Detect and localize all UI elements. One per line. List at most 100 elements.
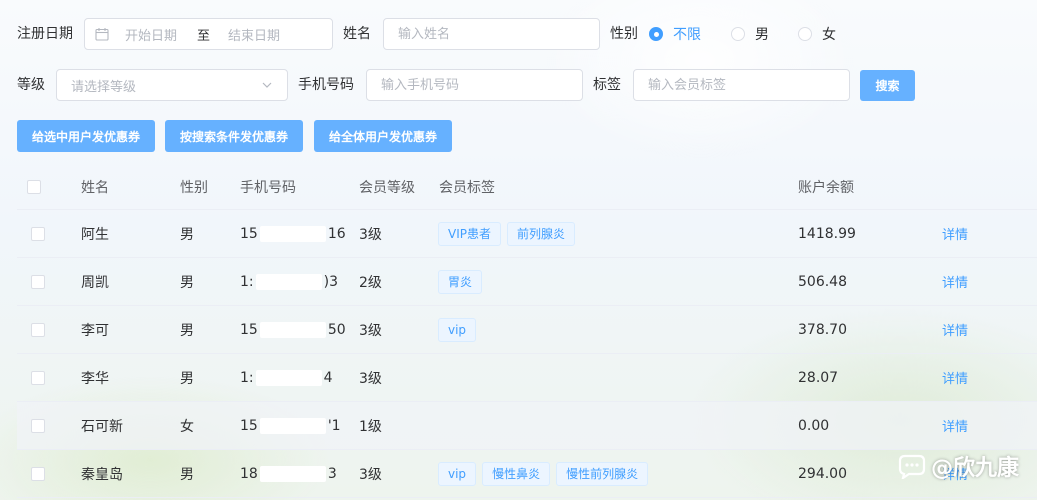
gender-option-label: 男 [755, 27, 769, 43]
phone-prefix: 15 [240, 321, 258, 338]
end-date-placeholder[interactable]: 结束日期 [228, 25, 280, 44]
table-row: 秦皇岛 男 18 3 3级 vip 慢性鼻炎 慢性前列腺炎 294.00 详情 [17, 450, 1037, 498]
row-checkbox[interactable] [31, 418, 45, 433]
phone-prefix: 15 [240, 417, 258, 434]
member-tag: 胃炎 [438, 269, 483, 294]
phone-suffix: 16 [327, 225, 346, 242]
gender-option-label: 不限 [673, 27, 701, 43]
column-header-tags: 会员标签 [439, 180, 495, 196]
member-tag: 慢性鼻炎 [482, 461, 551, 486]
phone-suffix: 50 [327, 321, 346, 338]
detail-link[interactable]: 详情 [942, 368, 968, 387]
cell-name: 李可 [81, 322, 109, 339]
watermark: @欣九康 [897, 450, 1019, 482]
cell-gender: 男 [180, 274, 194, 291]
member-tag: vip [438, 317, 477, 342]
send-coupon-selected-button[interactable]: 给选中用户发优惠券 [17, 120, 155, 152]
calendar-icon [95, 28, 109, 41]
cell-gender: 男 [180, 322, 194, 339]
row-checkbox[interactable] [31, 370, 45, 385]
table-row: 周凯 男 1:)3 2级 胃炎 506.48 详情 [17, 258, 1037, 306]
cell-tags: VIP患者 前列腺炎 [438, 210, 581, 257]
row-select-cell [31, 402, 45, 449]
phone-suffix: '1 [327, 417, 341, 434]
gender-radio-male[interactable]: 男 [731, 24, 769, 44]
radio-dot [649, 27, 663, 41]
cell-level: 3级 [359, 226, 382, 243]
cell-name: 李华 [81, 370, 109, 387]
cell-gender: 男 [180, 466, 194, 483]
gender-radio-female[interactable]: 女 [798, 24, 836, 44]
row-select-cell [31, 210, 45, 257]
detail-link[interactable]: 详情 [942, 416, 968, 435]
member-tag: vip [438, 461, 477, 486]
table-row: 李可 男 15 50 3级 vip 378.70 详情 [17, 306, 1037, 354]
level-select-placeholder: 请选择等级 [71, 79, 137, 95]
cell-balance: 0.00 [798, 417, 830, 434]
cell-action: 详情 [942, 402, 968, 449]
search-button[interactable]: 搜索 [860, 70, 915, 101]
cell-tags: 胃炎 [438, 258, 488, 305]
radio-dot [731, 27, 745, 41]
row-select-cell [31, 306, 45, 353]
row-checkbox[interactable] [31, 226, 45, 241]
row-select-cell [31, 450, 45, 497]
phone-redaction [255, 369, 322, 386]
level-label: 等级 [17, 77, 45, 93]
row-select-cell [31, 258, 45, 305]
cell-action: 详情 [942, 354, 968, 401]
send-coupon-by-search-button[interactable]: 按搜索条件发优惠券 [165, 120, 303, 152]
date-range-picker[interactable]: 开始日期 至 结束日期 [84, 18, 333, 50]
column-header-level: 会员等级 [359, 180, 415, 196]
member-tag: VIP患者 [438, 221, 501, 246]
phone-label: 手机号码 [298, 77, 354, 93]
detail-link[interactable]: 详情 [942, 320, 968, 339]
cell-balance: 294.00 [798, 465, 847, 482]
member-table: 姓名 性别 手机号码 会员等级 会员标签 账户余额 阿生 男 15 16 3级 V… [17, 165, 1037, 498]
phone-input[interactable] [366, 69, 583, 101]
xiaohongshu-logo-icon [898, 454, 926, 479]
chevron-down-icon [262, 82, 272, 88]
cell-level: 3级 [359, 322, 382, 339]
detail-link[interactable]: 详情 [942, 272, 968, 291]
detail-link[interactable]: 详情 [942, 224, 968, 243]
select-all-checkbox[interactable] [27, 180, 41, 194]
cell-level: 3级 [359, 370, 382, 387]
member-tag: 前列腺炎 [507, 221, 576, 246]
name-input[interactable] [383, 18, 600, 50]
row-select-cell [31, 354, 45, 401]
cell-balance: 378.70 [798, 321, 847, 338]
phone-redaction [259, 417, 326, 434]
phone-prefix: 15 [240, 225, 258, 242]
level-select[interactable]: 请选择等级 [56, 69, 288, 101]
cell-gender: 男 [180, 370, 194, 387]
cell-name: 阿生 [81, 226, 109, 243]
start-date-placeholder[interactable]: 开始日期 [125, 25, 177, 44]
cell-level: 1级 [359, 418, 382, 435]
gender-radio-any[interactable]: 不限 [649, 24, 701, 44]
phone-redaction [259, 321, 326, 338]
reg-date-label: 注册日期 [17, 26, 73, 42]
column-header-gender: 性别 [180, 180, 208, 196]
gender-option-label: 女 [822, 27, 836, 43]
row-checkbox[interactable] [31, 322, 45, 337]
cell-name: 石可新 [81, 418, 123, 435]
radio-dot [798, 27, 812, 41]
cell-balance: 1418.99 [798, 225, 856, 242]
cell-action: 详情 [942, 306, 968, 353]
cell-balance: 506.48 [798, 273, 847, 290]
table-body: 阿生 男 15 16 3级 VIP患者 前列腺炎 1418.99 详情 周凯 男 1… [17, 210, 1037, 498]
member-tag: 慢性前列腺炎 [556, 461, 649, 486]
send-coupon-all-button[interactable]: 给全体用户发优惠券 [314, 120, 452, 152]
cell-level: 2级 [359, 274, 382, 291]
gender-label: 性别 [610, 26, 638, 42]
column-header-name: 姓名 [81, 180, 109, 196]
row-checkbox[interactable] [31, 466, 45, 481]
cell-gender: 女 [180, 418, 194, 435]
tag-input[interactable] [633, 69, 850, 101]
watermark-text: @欣九康 [930, 456, 1019, 481]
column-header-balance: 账户余额 [798, 180, 854, 196]
row-checkbox[interactable] [31, 274, 45, 289]
cell-gender: 男 [180, 226, 194, 243]
phone-suffix: )3 [323, 273, 338, 290]
